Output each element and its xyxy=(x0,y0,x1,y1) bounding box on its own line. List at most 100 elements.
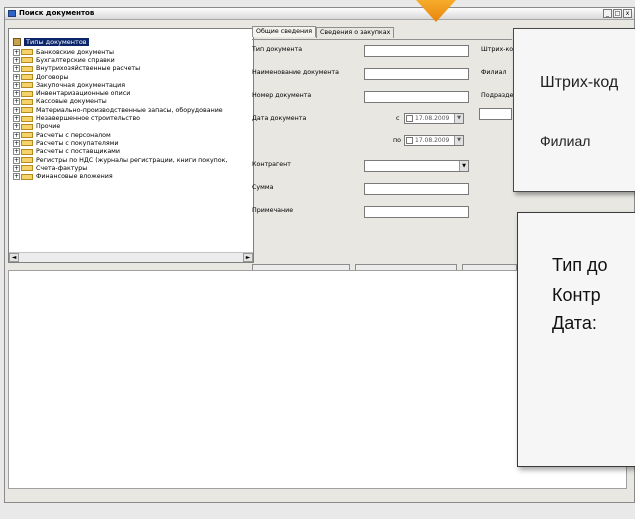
chevron-down-icon[interactable]: ▼ xyxy=(454,114,463,123)
tree-item-label[interactable]: Расчеты с персоналом xyxy=(36,132,111,139)
tree-item-label[interactable]: Прочие xyxy=(36,123,60,130)
division-label: Подразде xyxy=(481,92,514,99)
date-to-picker[interactable]: 17.08.2009 ▼ xyxy=(404,135,464,146)
expand-icon[interactable]: + xyxy=(13,48,20,56)
tree-item[interactable]: + Расчеты с покупателями xyxy=(13,139,253,147)
tree-item-label[interactable]: Инвентаризационные описи xyxy=(36,90,130,97)
tree-item[interactable]: + Инвентаризационные описи xyxy=(13,89,253,98)
expand-icon[interactable]: + xyxy=(13,148,20,156)
expand-icon[interactable]: + xyxy=(13,156,20,164)
doc-name-input[interactable] xyxy=(364,68,469,80)
tree-item-label[interactable]: Финансовые вложения xyxy=(36,173,113,180)
date-from-label: с xyxy=(396,115,400,122)
tab-procurement-info[interactable]: Сведения о закупках xyxy=(316,27,395,38)
folder-icon xyxy=(21,115,33,122)
tree-item[interactable]: + Материально-производственные запасы, об… xyxy=(13,106,253,114)
folder-icon xyxy=(21,49,33,56)
counterparty-label: Контрагент xyxy=(252,161,291,168)
chevron-down-icon[interactable]: ▼ xyxy=(459,161,468,171)
tree-item[interactable]: + Договоры xyxy=(13,73,253,81)
expand-icon[interactable]: + xyxy=(13,106,20,114)
counterparty-select[interactable]: ▼ xyxy=(364,160,469,172)
branch-label: Филиал xyxy=(481,69,507,76)
expand-icon[interactable]: + xyxy=(13,81,20,89)
folder-icon xyxy=(21,132,33,139)
amount-input[interactable] xyxy=(364,183,469,195)
tab-general-info[interactable]: Общие сведения xyxy=(252,26,317,37)
tree-item-label[interactable]: Регистры по НДС (журналы регистрации, кн… xyxy=(36,157,227,164)
tree-item-label[interactable]: Расчеты с покупателями xyxy=(36,140,119,147)
tree-item[interactable]: + Внутрихозяйственные расчеты xyxy=(13,65,253,73)
expand-icon[interactable]: + xyxy=(13,65,20,73)
expand-icon[interactable]: + xyxy=(13,90,20,98)
doc-number-label: Номер документа xyxy=(252,92,312,99)
tree-item-label[interactable]: Бухгалтерские справки xyxy=(36,57,115,64)
folder-icon xyxy=(21,74,33,81)
tree-item[interactable]: + Кассовые документы xyxy=(13,98,253,106)
expand-icon[interactable]: + xyxy=(13,56,20,64)
tree-item-label[interactable]: Незавершенное строительство xyxy=(36,115,140,122)
expand-icon[interactable]: + xyxy=(13,115,20,123)
date-to-checkbox[interactable] xyxy=(406,137,413,144)
folder-icon xyxy=(21,148,33,155)
tree-item[interactable]: + Закупочная документация xyxy=(13,81,253,89)
info-callout: Тип до Контр Дата: xyxy=(517,212,635,467)
folder-icon xyxy=(21,123,33,130)
tree-item[interactable]: + Расчеты с персоналом xyxy=(13,131,253,139)
expand-icon[interactable]: + xyxy=(13,73,20,81)
window-title: Поиск документов xyxy=(19,9,95,17)
doc-type-label: Тип документа xyxy=(252,46,303,53)
division-input[interactable] xyxy=(479,108,512,120)
close-button[interactable]: x xyxy=(623,9,632,18)
barcode-label: Штрих-ко xyxy=(481,46,514,53)
tree-root[interactable]: Типы документов xyxy=(13,37,89,47)
maximize-button[interactable]: □ xyxy=(613,9,622,18)
scroll-left-button[interactable]: ◄ xyxy=(9,253,19,262)
tree-list: + Банковские документы + Бухгалтерские спр… xyxy=(13,48,253,181)
tree-item-label[interactable]: Внутрихозяйственные расчеты xyxy=(36,65,140,72)
folder-icon xyxy=(21,140,33,147)
tab-body: Тип документа Наименование документа Ном… xyxy=(252,39,514,253)
expand-icon[interactable]: + xyxy=(13,164,20,172)
doc-type-input[interactable] xyxy=(364,45,469,57)
tree-item[interactable]: + Счета-фактуры xyxy=(13,164,253,172)
callout-branch-text: Филиал xyxy=(540,133,591,149)
tree-item[interactable]: + Незавершенное строительство xyxy=(13,114,253,123)
note-input[interactable] xyxy=(364,206,469,218)
date-from-value: 17.08.2009 xyxy=(415,115,450,122)
tree-item[interactable]: + Финансовые вложения xyxy=(13,172,253,181)
tree-item-label[interactable]: Банковские документы xyxy=(36,49,114,56)
tree-root-label[interactable]: Типы документов xyxy=(24,38,89,46)
expand-icon[interactable]: + xyxy=(13,131,20,139)
chevron-down-icon[interactable]: ▼ xyxy=(454,136,463,145)
date-from-picker[interactable]: 17.08.2009 ▼ xyxy=(404,113,464,124)
tree-item[interactable]: + Прочие xyxy=(13,123,253,131)
tree-item-label[interactable]: Расчеты с поставщиками xyxy=(36,148,120,155)
minimize-button[interactable]: _ xyxy=(603,9,612,18)
document-types-tree[interactable]: Типы документов + Банковские документы + Б… xyxy=(8,28,254,263)
tree-item[interactable]: + Бухгалтерские справки xyxy=(13,56,253,64)
folder-icon xyxy=(21,173,33,180)
expand-icon[interactable]: + xyxy=(13,98,20,106)
tree-item-label[interactable]: Материально-производственные запасы, обо… xyxy=(36,107,223,114)
title-bar: Поиск документов _ □ x xyxy=(5,8,634,20)
expand-icon[interactable]: + xyxy=(13,173,20,181)
tree-item[interactable]: + Расчеты с поставщиками xyxy=(13,148,253,156)
doc-number-input[interactable] xyxy=(364,91,469,103)
expand-icon[interactable]: + xyxy=(13,139,20,147)
tree-item-label[interactable]: Договоры xyxy=(36,74,68,81)
folder-icon xyxy=(21,98,33,105)
date-to-label: по xyxy=(393,137,401,144)
tree-item[interactable]: + Банковские документы xyxy=(13,48,253,56)
callout-barcode-text: Штрих-код xyxy=(540,74,619,91)
tree-item-label[interactable]: Счета-фактуры xyxy=(36,165,87,172)
folder-icon xyxy=(21,107,33,114)
expand-icon[interactable]: + xyxy=(13,123,20,131)
tree-item[interactable]: + Регистры по НДС (журналы регистрации, к… xyxy=(13,156,253,164)
tree-item-label[interactable]: Закупочная документация xyxy=(36,82,125,89)
horizontal-scrollbar[interactable]: ◄ ► xyxy=(9,252,253,262)
tree-item-label[interactable]: Кассовые документы xyxy=(36,98,107,105)
zoom-callout: Штрих-код Филиал xyxy=(513,28,635,192)
date-from-checkbox[interactable] xyxy=(406,115,413,122)
tab-strip: Общие сведения Сведения о закупках xyxy=(252,26,395,38)
